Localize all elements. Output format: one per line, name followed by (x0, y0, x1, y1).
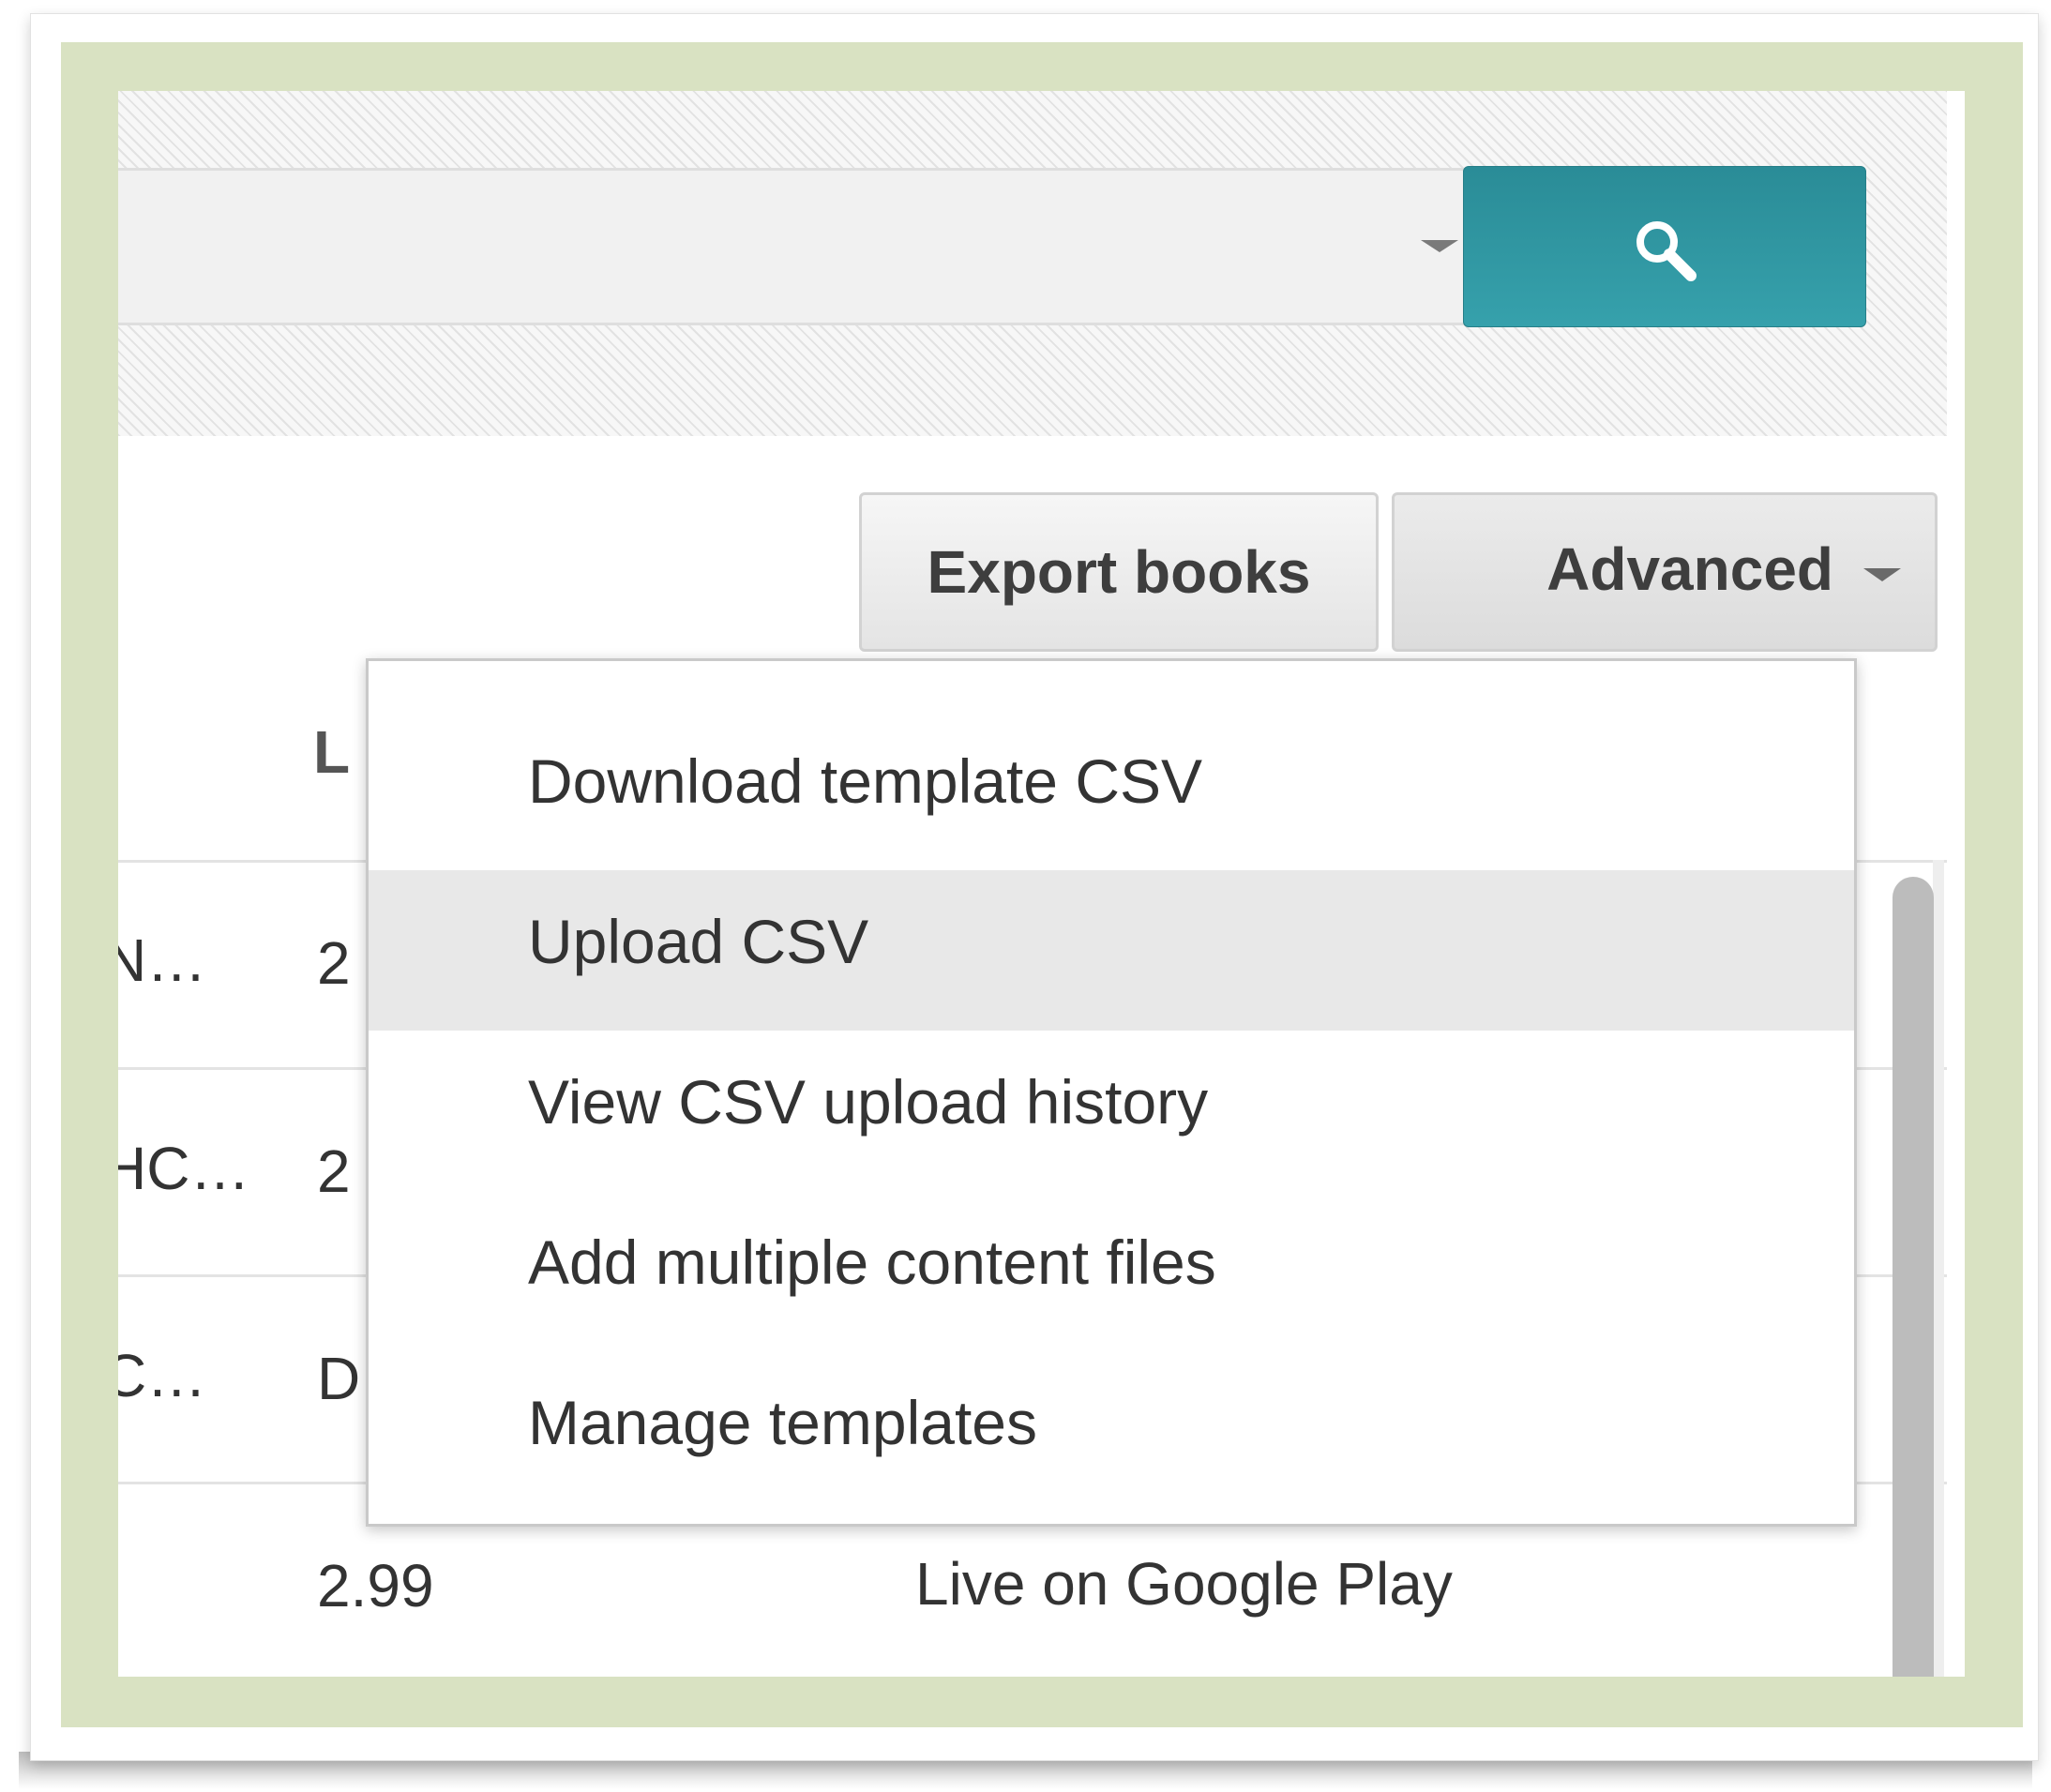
scrollbar-track[interactable] (1933, 860, 1944, 1677)
menu-item-upload-csv[interactable]: Upload CSV (369, 870, 1854, 1031)
table-cell-title: N… (118, 926, 207, 994)
app-viewport: Export books Advanced L N… 2 HC… 2 C… D … (118, 91, 1965, 1677)
search-button[interactable] (1463, 166, 1866, 327)
export-books-label: Export books (927, 538, 1311, 606)
export-books-button[interactable]: Export books (859, 492, 1379, 652)
advanced-button[interactable]: Advanced (1392, 492, 1938, 652)
menu-item-label: Download template CSV (528, 746, 1203, 816)
caret-down-icon (1863, 568, 1901, 581)
table-cell-price: 2 (317, 929, 351, 997)
table-cell-price: 2 (317, 1137, 351, 1205)
search-filter-select[interactable] (118, 168, 1495, 325)
menu-item-label: Manage templates (528, 1388, 1037, 1457)
chevron-down-icon (1421, 240, 1458, 252)
table-header-cell: L (313, 718, 351, 786)
table-cell-status: Live on Google Play (915, 1550, 1453, 1618)
menu-item-manage-templates[interactable]: Manage templates (369, 1351, 1854, 1512)
table-cell-price: 2.99 (317, 1552, 434, 1619)
menu-item-label: Add multiple content files (528, 1227, 1216, 1297)
table-cell-title: HC… (118, 1135, 250, 1202)
scrollbar-thumb[interactable] (1893, 877, 1934, 1677)
menu-item-download-template-csv[interactable]: Download template CSV (369, 710, 1854, 870)
advanced-dropdown-menu: Download template CSV Upload CSV View CS… (366, 658, 1857, 1527)
menu-item-view-csv-upload-history[interactable]: View CSV upload history (369, 1031, 1854, 1191)
table-cell-price: D (317, 1345, 361, 1412)
advanced-label: Advanced (1546, 535, 1833, 603)
menu-item-add-multiple-content-files[interactable]: Add multiple content files (369, 1191, 1854, 1351)
search-icon (1636, 221, 1697, 281)
search-bar-area (118, 91, 1947, 436)
table-cell-title: C… (118, 1342, 207, 1409)
menu-item-label: Upload CSV (528, 907, 869, 976)
menu-item-label: View CSV upload history (528, 1067, 1209, 1137)
